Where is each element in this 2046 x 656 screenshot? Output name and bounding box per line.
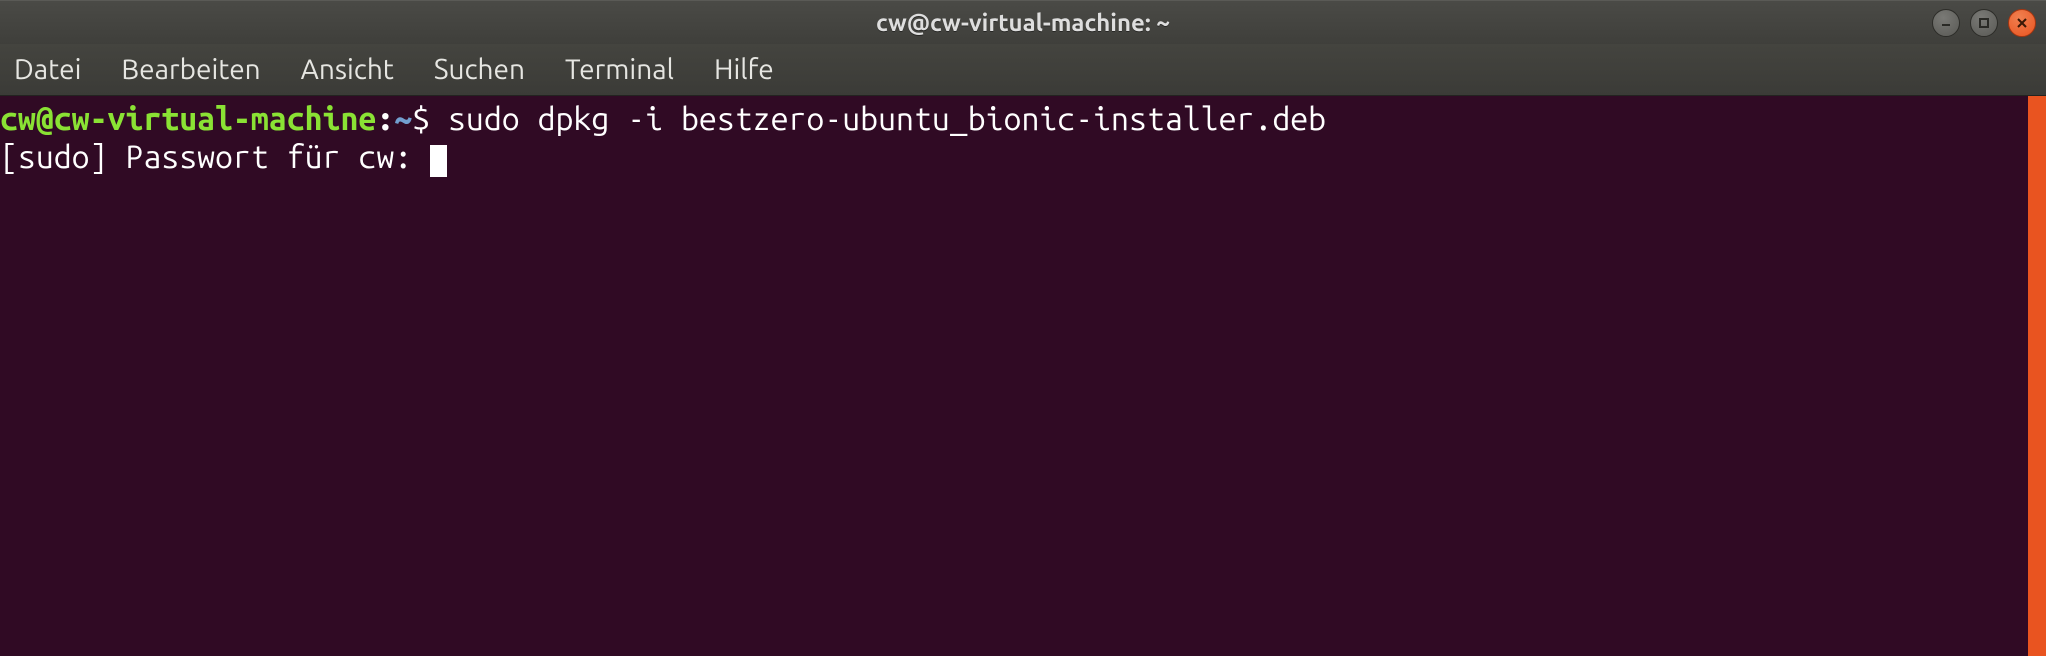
sudo-password-prompt: [sudo] Passwort für cw:: [0, 139, 430, 175]
maximize-icon: [1978, 17, 1990, 29]
menu-bearbeiten[interactable]: Bearbeiten: [115, 52, 266, 87]
menu-hilfe[interactable]: Hilfe: [708, 52, 780, 87]
menu-terminal[interactable]: Terminal: [559, 52, 680, 87]
cursor: [430, 145, 447, 177]
right-edge-strip: [2028, 96, 2046, 656]
menu-datei[interactable]: Datei: [8, 52, 87, 87]
menu-ansicht[interactable]: Ansicht: [295, 52, 400, 87]
window-controls: [1932, 9, 2036, 37]
prompt-path: ~: [394, 101, 412, 137]
minimize-button[interactable]: [1932, 9, 1960, 37]
command-text: sudo dpkg -i bestzero-ubuntu_bionic-inst…: [448, 101, 1326, 137]
maximize-button[interactable]: [1970, 9, 1998, 37]
menu-suchen[interactable]: Suchen: [428, 52, 531, 87]
close-icon: [2016, 17, 2028, 29]
titlebar: cw@cw-virtual-machine: ~: [0, 0, 2046, 44]
prompt-user-host: cw@cw-virtual-machine: [0, 101, 376, 137]
prompt-symbol: $: [412, 101, 430, 137]
close-button[interactable]: [2008, 9, 2036, 37]
menubar: Datei Bearbeiten Ansicht Suchen Terminal…: [0, 44, 2046, 96]
terminal[interactable]: cw@cw-virtual-machine:~$ sudo dpkg -i be…: [0, 96, 2046, 656]
prompt-separator: :: [376, 101, 394, 137]
minimize-icon: [1940, 17, 1952, 29]
window-title: cw@cw-virtual-machine: ~: [876, 9, 1170, 36]
